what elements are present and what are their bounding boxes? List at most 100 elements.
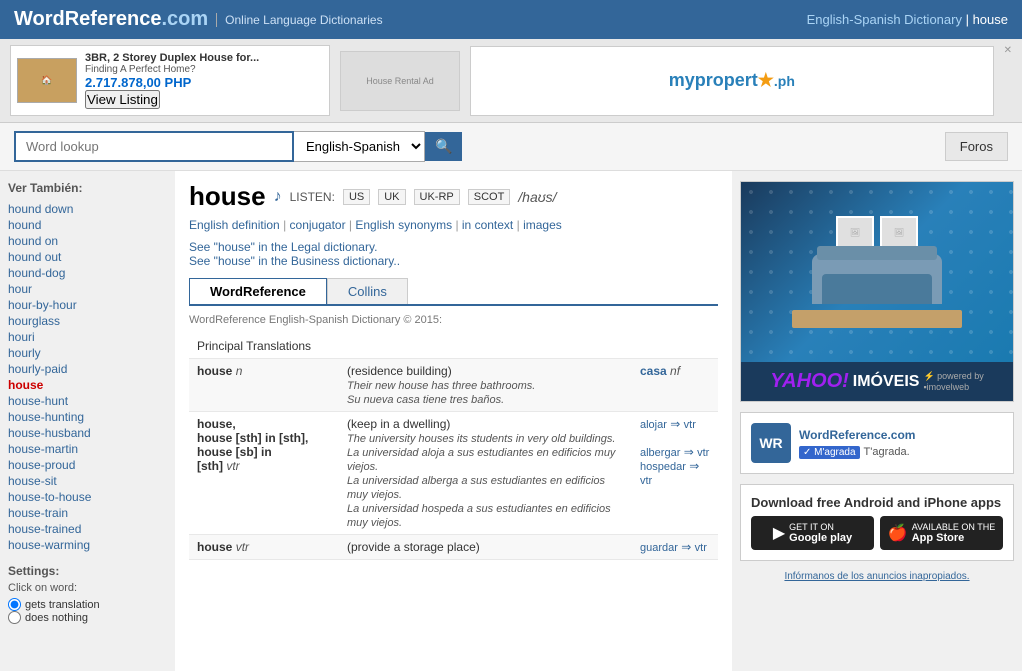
albergar-link[interactable]: albergar bbox=[640, 447, 680, 459]
click-on-word-label: Click on word: bbox=[8, 582, 167, 594]
search-input[interactable] bbox=[14, 131, 294, 162]
google-play-label: GET IT ON bbox=[789, 522, 852, 532]
sidebar-link-house-martin[interactable]: house-martin bbox=[8, 442, 78, 456]
entry-word: house, house [sth] in [sth], house [sb] … bbox=[189, 412, 339, 535]
sidebar-link-hound-out[interactable]: hound out bbox=[8, 250, 61, 264]
translation-table: Principal Translations house n (residenc… bbox=[189, 334, 718, 560]
app-store-button[interactable]: 🍎 AVAILABLE ON THE App Store bbox=[880, 516, 1003, 550]
listen-label: LISTEN: bbox=[290, 190, 335, 204]
hospedar-link[interactable]: hospedar bbox=[640, 461, 686, 473]
list-item: hourly-paid bbox=[8, 361, 167, 376]
site-title: WordReference.com bbox=[14, 8, 208, 31]
list-item: house-to-house bbox=[8, 489, 167, 504]
conjugator-link[interactable]: conjugator bbox=[290, 218, 346, 232]
pron-uk-button[interactable]: UK bbox=[378, 189, 405, 205]
app-store-text: AVAILABLE ON THE App Store bbox=[912, 522, 996, 544]
entry-translation: casa nf bbox=[632, 359, 718, 412]
ad-myproperty: mypropert★.ph bbox=[470, 46, 994, 116]
apple-store-name: App Store bbox=[912, 532, 996, 544]
language-selector[interactable]: English-Spanish bbox=[294, 131, 425, 162]
ad-report-link[interactable]: Infórmanos de los anuncios inapropiados. bbox=[740, 571, 1014, 582]
alojar-link[interactable]: alojar bbox=[640, 419, 667, 431]
pron-scot-button[interactable]: SCOT bbox=[468, 189, 511, 205]
ad-banner: 🏠 3BR, 2 Storey Duplex House for... Find… bbox=[0, 39, 1022, 123]
images-link[interactable]: images bbox=[523, 218, 562, 232]
list-item: house-proud bbox=[8, 457, 167, 472]
sidebar-link-hourly-paid[interactable]: hourly-paid bbox=[8, 362, 67, 376]
foros-button[interactable]: Foros bbox=[945, 132, 1008, 161]
ad-house-title: 3BR, 2 Storey Duplex House for... bbox=[85, 52, 259, 64]
guardar-link[interactable]: guardar bbox=[640, 542, 678, 554]
list-item: house-train bbox=[8, 505, 167, 520]
sidebar-link-house-hunt[interactable]: house-hunt bbox=[8, 394, 68, 408]
search-inner: English-Spanish 🔍 bbox=[14, 131, 462, 162]
sidebar-link-hourly[interactable]: hourly bbox=[8, 346, 41, 360]
sidebar-link-hound[interactable]: hound bbox=[8, 218, 41, 232]
tagrada-badge[interactable]: ✓ M'agrada bbox=[799, 446, 860, 459]
wr-logo: WR bbox=[751, 423, 791, 463]
ad-view-listing-button[interactable]: View Listing bbox=[85, 90, 160, 109]
sidebar-link-house-trained[interactable]: house-trained bbox=[8, 522, 81, 536]
header-dict-link[interactable]: English-Spanish Dictionary bbox=[807, 12, 962, 27]
header: WordReference.com Online Language Dictio… bbox=[0, 0, 1022, 39]
list-item: house-trained bbox=[8, 521, 167, 536]
sidebar-link-house-hunting[interactable]: house-hunting bbox=[8, 410, 84, 424]
sidebar-link-houri[interactable]: houri bbox=[8, 330, 35, 344]
right-ad-bottom: YAHOO! IMÓVEIS ⚡ powered by▪imovelweb bbox=[741, 362, 1013, 401]
sidebar-link-hound-on[interactable]: hound on bbox=[8, 234, 58, 248]
wordreference-name: WordReference bbox=[14, 8, 161, 30]
english-definition-link[interactable]: English definition bbox=[189, 218, 280, 232]
alojar-vtr-link[interactable]: vtr bbox=[684, 419, 696, 431]
search-button[interactable]: 🔍 bbox=[425, 132, 462, 161]
header-dict-info: English-Spanish Dictionary | house bbox=[807, 12, 1008, 27]
tab-wordreference[interactable]: WordReference bbox=[189, 278, 327, 304]
tab-collins[interactable]: Collins bbox=[327, 278, 408, 304]
sidebar-links: hound down hound hound on hound out houn… bbox=[8, 201, 167, 552]
legal-dict-link[interactable]: See "house" in the Legal dictionary. bbox=[189, 240, 377, 254]
sidebar-link-house-train[interactable]: house-train bbox=[8, 506, 68, 520]
list-item: hound down bbox=[8, 201, 167, 216]
radio-gets-translation[interactable]: gets translation bbox=[8, 598, 167, 611]
ad-close-button[interactable]: ✕ bbox=[1004, 45, 1012, 56]
english-synonyms-link[interactable]: English synonyms bbox=[355, 218, 452, 232]
settings-label: Settings: bbox=[8, 564, 167, 578]
links-row: English definition | conjugator | Englis… bbox=[189, 218, 718, 232]
sidebar-link-house-warming[interactable]: house-warming bbox=[8, 538, 90, 552]
list-item: houri bbox=[8, 329, 167, 344]
sidebar-link-hour[interactable]: hour bbox=[8, 282, 32, 296]
pron-uk-rp-button[interactable]: UK-RP bbox=[414, 189, 460, 205]
section-header: Principal Translations bbox=[189, 334, 718, 359]
list-item: house-husband bbox=[8, 425, 167, 440]
audio-button[interactable]: ♪ bbox=[274, 188, 282, 206]
hospedar-vtr-link[interactable]: vtr bbox=[640, 475, 652, 487]
ad-house-price: 2.717.878,00 PHP bbox=[85, 75, 259, 90]
sidebar-link-hound-dog[interactable]: hound-dog bbox=[8, 266, 65, 280]
sidebar-link-hour-by-hour[interactable]: hour-by-hour bbox=[8, 298, 77, 312]
sidebar-link-house-to-house[interactable]: house-to-house bbox=[8, 490, 91, 504]
sidebar-link-house-sit[interactable]: house-sit bbox=[8, 474, 57, 488]
app-download-title: Download free Android and iPhone apps bbox=[751, 495, 1003, 510]
sidebar-link-hourglass[interactable]: hourglass bbox=[8, 314, 60, 328]
radio-does-nothing[interactable]: does nothing bbox=[8, 611, 167, 624]
sidebar-link-house-proud[interactable]: house-proud bbox=[8, 458, 75, 472]
sidebar-link-house[interactable]: house bbox=[8, 378, 43, 392]
guardar-vtr-link[interactable]: vtr bbox=[695, 542, 707, 554]
tagrada-text: T'agrada. bbox=[864, 446, 910, 458]
sidebar-link-hound-down[interactable]: hound down bbox=[8, 202, 73, 216]
ad-house-sub: Finding A Perfect Home? bbox=[85, 64, 259, 75]
pron-us-button[interactable]: US bbox=[343, 189, 370, 205]
google-play-button[interactable]: ▶ GET IT ON Google play bbox=[751, 516, 874, 550]
main-layout: Ver También: hound down hound hound on h… bbox=[0, 171, 1022, 671]
ad-house-image: 🏠 bbox=[17, 58, 77, 103]
sidebar-link-house-husband[interactable]: house-husband bbox=[8, 426, 91, 440]
list-item: hour-by-hour bbox=[8, 297, 167, 312]
albergar-vtr-link[interactable]: vtr bbox=[697, 447, 709, 459]
apple-label: AVAILABLE ON THE bbox=[912, 522, 996, 532]
word-title: house bbox=[189, 181, 266, 212]
business-dict-link[interactable]: See "house" in the Business dictionary.. bbox=[189, 254, 400, 268]
ad-house2: House Rental Ad bbox=[340, 51, 460, 111]
entry-definition: (residence building) Their new house has… bbox=[339, 359, 632, 412]
in-context-link[interactable]: in context bbox=[462, 218, 513, 232]
ad-house: 🏠 3BR, 2 Storey Duplex House for... Find… bbox=[10, 45, 330, 116]
table-row: house n (residence building) Their new h… bbox=[189, 359, 718, 412]
